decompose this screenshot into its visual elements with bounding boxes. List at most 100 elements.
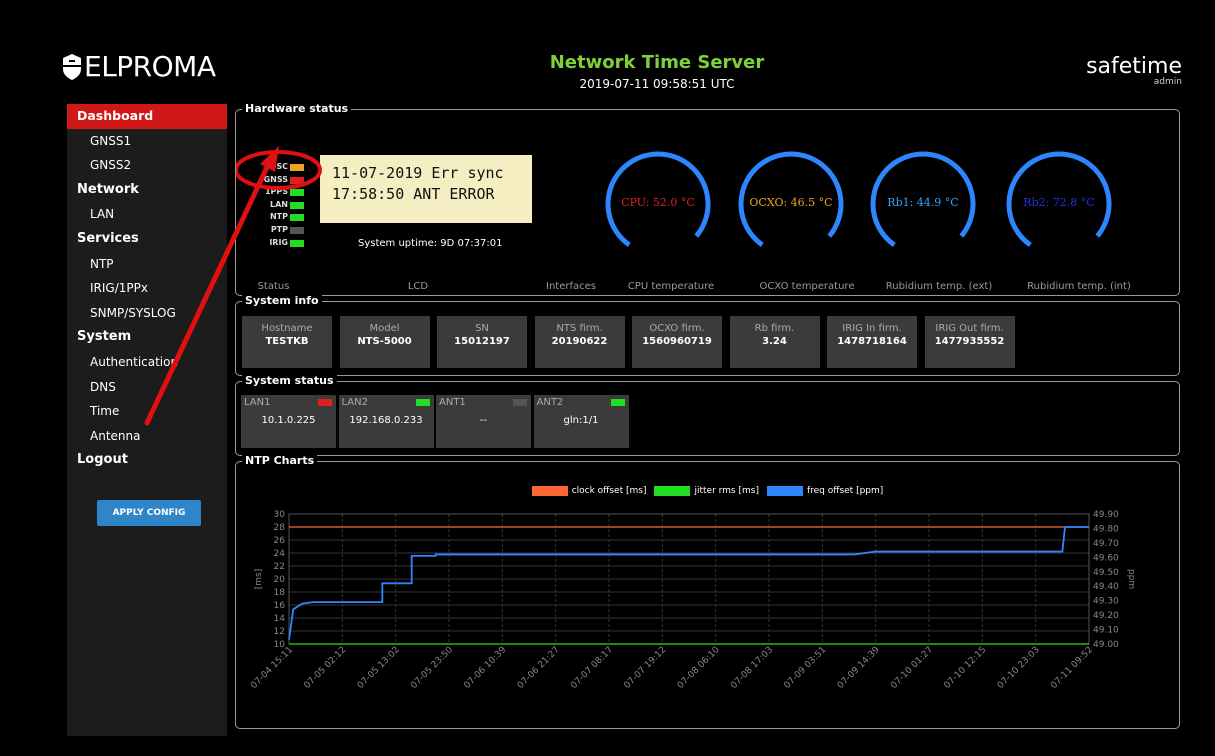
status-card-key: ANT2 — [536, 397, 564, 408]
caption-ocxo-temperature: OCXO temperature — [759, 281, 855, 292]
status-led — [318, 399, 332, 406]
brand-name: safetime — [1086, 54, 1182, 79]
y2-tick-label: 49.80 — [1093, 524, 1119, 534]
info-card-key: Model — [369, 323, 400, 334]
status-indicator-lan: LAN — [250, 200, 310, 211]
y2-tick-label: 49.90 — [1093, 510, 1119, 520]
sidebar-nav: Dashboard GNSS1 GNSS2 Network LAN Services NTP… — [67, 104, 227, 473]
y-tick-label: 18 — [274, 588, 286, 598]
sidebar-item-snmp-syslog[interactable]: SNMP/SYSLOG — [67, 301, 227, 326]
status-indicator-label: GNSS — [263, 174, 288, 184]
lcd-line-2: 17:58:50 ANT ERROR — [332, 185, 495, 203]
info-card-key: Rb firm. — [754, 323, 795, 334]
x-tick-label: 07-10 12:15 — [943, 645, 989, 691]
status-led — [290, 239, 304, 247]
status-led — [415, 399, 430, 406]
sidebar-item-gnss2[interactable]: GNSS2 — [67, 153, 227, 178]
y-tick-label: 16 — [274, 601, 286, 611]
series-line-freq-offset-ppm — [288, 526, 1089, 640]
gauge-value: Rb2: 72.8 °C — [1023, 196, 1095, 209]
status-led — [290, 227, 304, 234]
sidebar-item-gnss1[interactable]: GNSS1 — [67, 129, 227, 154]
panel-legend: System status — [242, 374, 337, 387]
x-tick-label: 07-07 08:17 — [569, 645, 615, 691]
info-card-model: Model NTS-5000 — [339, 316, 430, 368]
sidebar-item-irig-1ppx[interactable]: IRIG/1PPx — [67, 276, 227, 301]
info-card-value: 20190622 — [551, 336, 608, 347]
x-tick-label: 07-05 02:12 — [303, 645, 349, 691]
sidebar-item-dns[interactable]: DNS — [67, 375, 227, 400]
info-card-key: Hostname — [261, 323, 313, 334]
sidebar-item-authentication[interactable]: Authentication — [67, 350, 227, 375]
sidebar-item-dashboard[interactable]: Dashboard — [67, 104, 227, 129]
info-card-sn: SN 15012197 — [437, 316, 527, 368]
panel-legend: System info — [242, 294, 322, 307]
info-card-hostname: Hostname TESTKB — [242, 316, 332, 368]
x-tick-label: 07-07 19:12 — [623, 645, 669, 691]
y-tick-label: 20 — [274, 575, 286, 585]
status-indicator-label: PTP — [270, 225, 288, 234]
x-tick-label: 07-10 23:03 — [996, 645, 1042, 691]
caption-interfaces: Interfaces — [546, 281, 596, 292]
info-card-value: 1477935552 — [934, 336, 1005, 347]
sidebar-item-ntp[interactable]: NTP — [67, 252, 227, 277]
sidebar-item-antenna[interactable]: Antenna — [67, 424, 227, 449]
status-indicator-label: OSC — [269, 162, 288, 171]
brand-block: safetime admin — [1086, 54, 1182, 87]
temperature-gauge-4: Rb2: 72.8 °C — [1004, 146, 1114, 256]
status-card-lan1: LAN1 10.1.0.225 — [241, 395, 336, 448]
gauge-value: CPU: 52.0 °C — [621, 196, 695, 209]
y-axis-title: [ms] — [254, 569, 264, 589]
status-card-value: gln:1/1 — [563, 415, 599, 426]
status-indicator-gnss: GNSS — [250, 175, 310, 186]
sidebar-item-system[interactable]: System — [67, 325, 227, 350]
y2-tick-label: 49.70 — [1093, 539, 1119, 549]
system-info-panel: System info Hostname TESTKB Model NTS-5000 S… — [235, 294, 1180, 376]
caption-rubidium-temp-int: Rubidium temp. (int) — [1027, 281, 1131, 292]
sidebar-item-lan[interactable]: LAN — [67, 202, 227, 227]
status-led — [610, 399, 625, 406]
status-led — [290, 201, 304, 209]
temperature-gauge-1: CPU: 52.0 °C — [603, 146, 713, 256]
caption-rubidium-temp-ext: Rubidium temp. (ext) — [885, 281, 993, 292]
info-card-key: OCXO firm. — [649, 323, 705, 334]
caption-status: Status — [257, 281, 290, 292]
info-card-key: SN — [475, 323, 489, 334]
sidebar-item-logout[interactable]: Logout — [67, 448, 227, 473]
lcd-line-1: 11-07-2019 Err sync — [332, 164, 504, 182]
sidebar-item-network[interactable]: Network — [67, 178, 227, 203]
x-tick-label: 07-08 06:10 — [676, 645, 722, 691]
status-card-ant1: ANT1 -- — [436, 395, 531, 448]
status-led — [290, 176, 304, 184]
apply-config-button[interactable]: APPLY CONFIG — [97, 500, 201, 526]
status-indicator-label: NTP — [269, 212, 288, 222]
y-tick-label: 24 — [274, 549, 286, 559]
gauge-value: Rb1: 44.9 °C — [887, 196, 959, 209]
info-card-rb-firm: Rb firm. 3.24 — [729, 316, 820, 368]
status-card-lan2: LAN2 192.168.0.233 — [338, 395, 434, 448]
status-led — [290, 189, 304, 197]
y-tick-label: 12 — [274, 627, 285, 637]
status-card-key: LAN1 — [244, 397, 271, 408]
info-card-ocxo-firm: OCXO firm. 1560960719 — [632, 316, 722, 368]
x-tick-label: 07-09 14:39 — [836, 645, 882, 691]
info-card-key: NTS firm. — [556, 323, 603, 334]
sidebar-item-services[interactable]: Services — [67, 227, 227, 252]
sidebar-item-time[interactable]: Time — [67, 399, 227, 424]
y2-tick-label: 49.10 — [1093, 626, 1119, 636]
status-card-value: -- — [479, 415, 488, 426]
info-card-irig-out-firm: IRIG Out firm. 1477935552 — [924, 316, 1015, 368]
page-title: Network Time Server — [549, 52, 765, 73]
status-led — [290, 214, 304, 222]
temperature-gauge-3: Rb1: 44.9 °C — [868, 146, 978, 256]
status-indicator-label: 1PPS — [264, 187, 288, 197]
info-card-key: IRIG Out firm. — [935, 323, 1004, 334]
status-indicator-osc: OSC — [250, 162, 310, 173]
info-card-value: 1560960719 — [642, 336, 712, 347]
x-tick-label: 07-09 03:51 — [783, 645, 829, 691]
status-indicator-label: LAN — [270, 199, 288, 209]
status-led — [513, 399, 527, 406]
info-card-value: NTS-5000 — [357, 336, 412, 347]
info-card-value: 15012197 — [454, 336, 510, 347]
panel-legend: Hardware status — [242, 102, 352, 115]
